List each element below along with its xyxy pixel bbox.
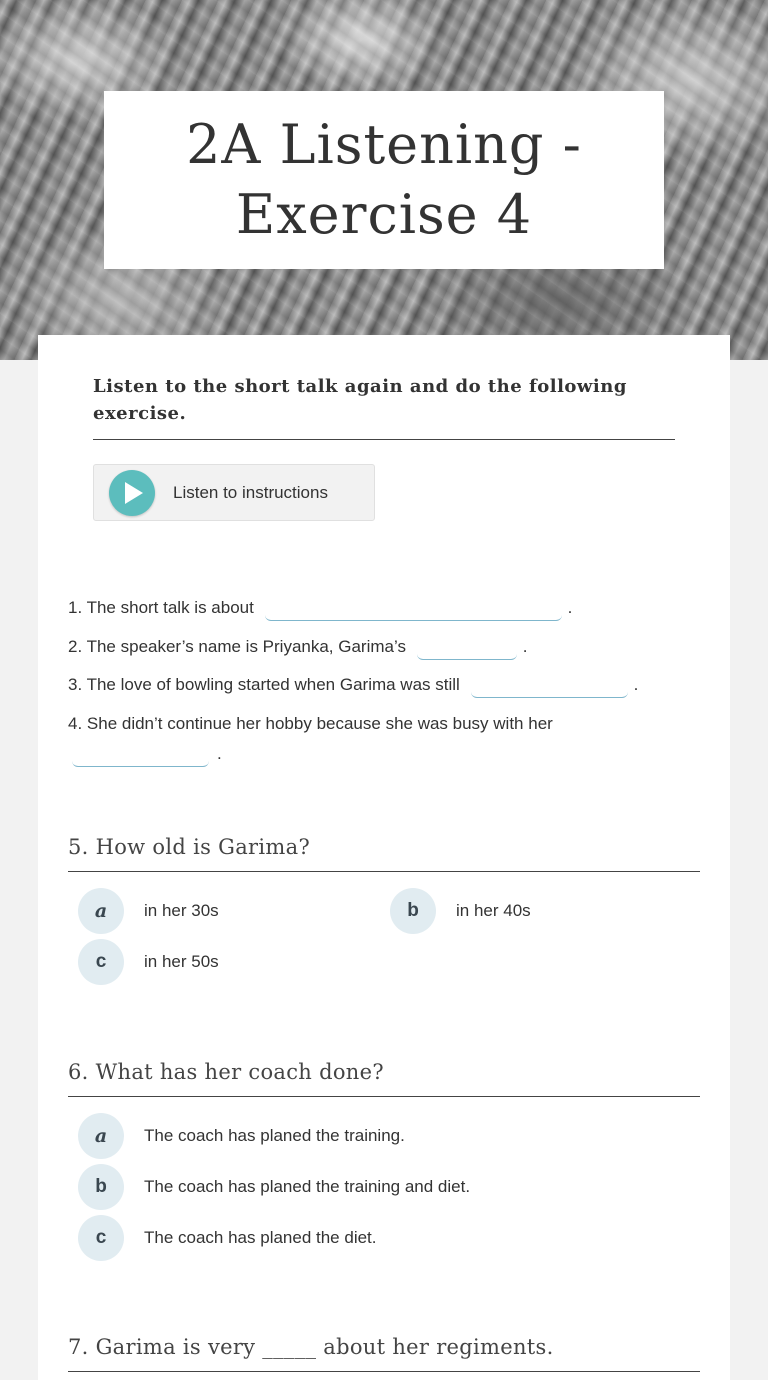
option-text: in her 50s [144,952,219,971]
blank-input-3[interactable] [470,675,628,698]
instructions-text: Listen to the short talk again and do th… [93,373,675,440]
question-6-option-c[interactable]: c The coach has planed the diet. [78,1215,377,1261]
fill-question-2: 2. The speaker’s name is Priyanka, Garim… [68,632,708,671]
listen-instructions-button[interactable]: Listen to instructions [93,464,375,521]
question-6: 6. What has her coach done? [68,1060,700,1097]
page-title: 2A Listening - Exercise 4 [186,113,582,246]
question-5-title: 5. How old is Garima? [68,835,700,872]
title-box: 2A Listening - Exercise 4 [104,91,664,269]
option-text: The coach has planed the training. [144,1126,405,1145]
fill-question-4-text: 4. She didn’t continue her hobby because… [68,713,553,733]
fill-question-3-end: . [633,675,639,694]
option-letter-a: a [78,888,124,934]
option-letter-c: c [78,939,124,985]
fill-question-1-text: 1. The short talk is about [68,598,254,617]
question-6-option-a[interactable]: a The coach has planed the training. [78,1113,405,1159]
fill-question-2-end: . [522,636,528,656]
question-7: 7. Garima is very _____ about her regime… [68,1335,700,1372]
option-letter-b: b [78,1164,124,1210]
fill-question-4-continued: . [68,739,708,778]
worksheet-card: Listen to the short talk again and do th… [38,335,730,1380]
question-5: 5. How old is Garima? [68,835,700,872]
question-7-title: 7. Garima is very _____ about her regime… [68,1335,700,1372]
option-letter-c: c [78,1215,124,1261]
question-6-title: 6. What has her coach done? [68,1060,700,1097]
blank-input-1[interactable] [264,598,562,621]
option-text: in her 40s [456,901,531,920]
blank-input-2[interactable] [416,636,517,660]
question-5-option-a[interactable]: a in her 30s [78,888,219,934]
option-text: The coach has planed the diet. [144,1228,377,1247]
play-icon [109,469,155,516]
fill-question-1-end: . [567,598,573,617]
question-5-option-c[interactable]: c in her 50s [78,939,219,985]
fill-question-4-end: . [217,743,222,763]
fill-question-1: 1. The short talk is about . [68,593,708,632]
question-6-option-b[interactable]: b The coach has planed the training and … [78,1164,470,1210]
option-text: The coach has planed the training and di… [144,1177,471,1196]
fill-question-2-text: 2. The speaker’s name is Priyanka, Garim… [68,636,406,656]
listen-button-label: Listen to instructions [173,482,328,502]
fill-in-section: 1. The short talk is about . 2. The spea… [68,593,708,777]
blank-input-4[interactable] [72,743,209,767]
option-text: in her 30s [144,901,219,920]
option-letter-b: b [390,888,436,934]
question-5-option-b[interactable]: b in her 40s [390,888,531,934]
fill-question-3-text: 3. The love of bowling started when Gari… [68,675,460,694]
fill-question-3: 3. The love of bowling started when Gari… [68,670,708,709]
option-letter-a: a [78,1113,124,1159]
fill-question-4: 4. She didn’t continue her hobby because… [68,709,708,739]
